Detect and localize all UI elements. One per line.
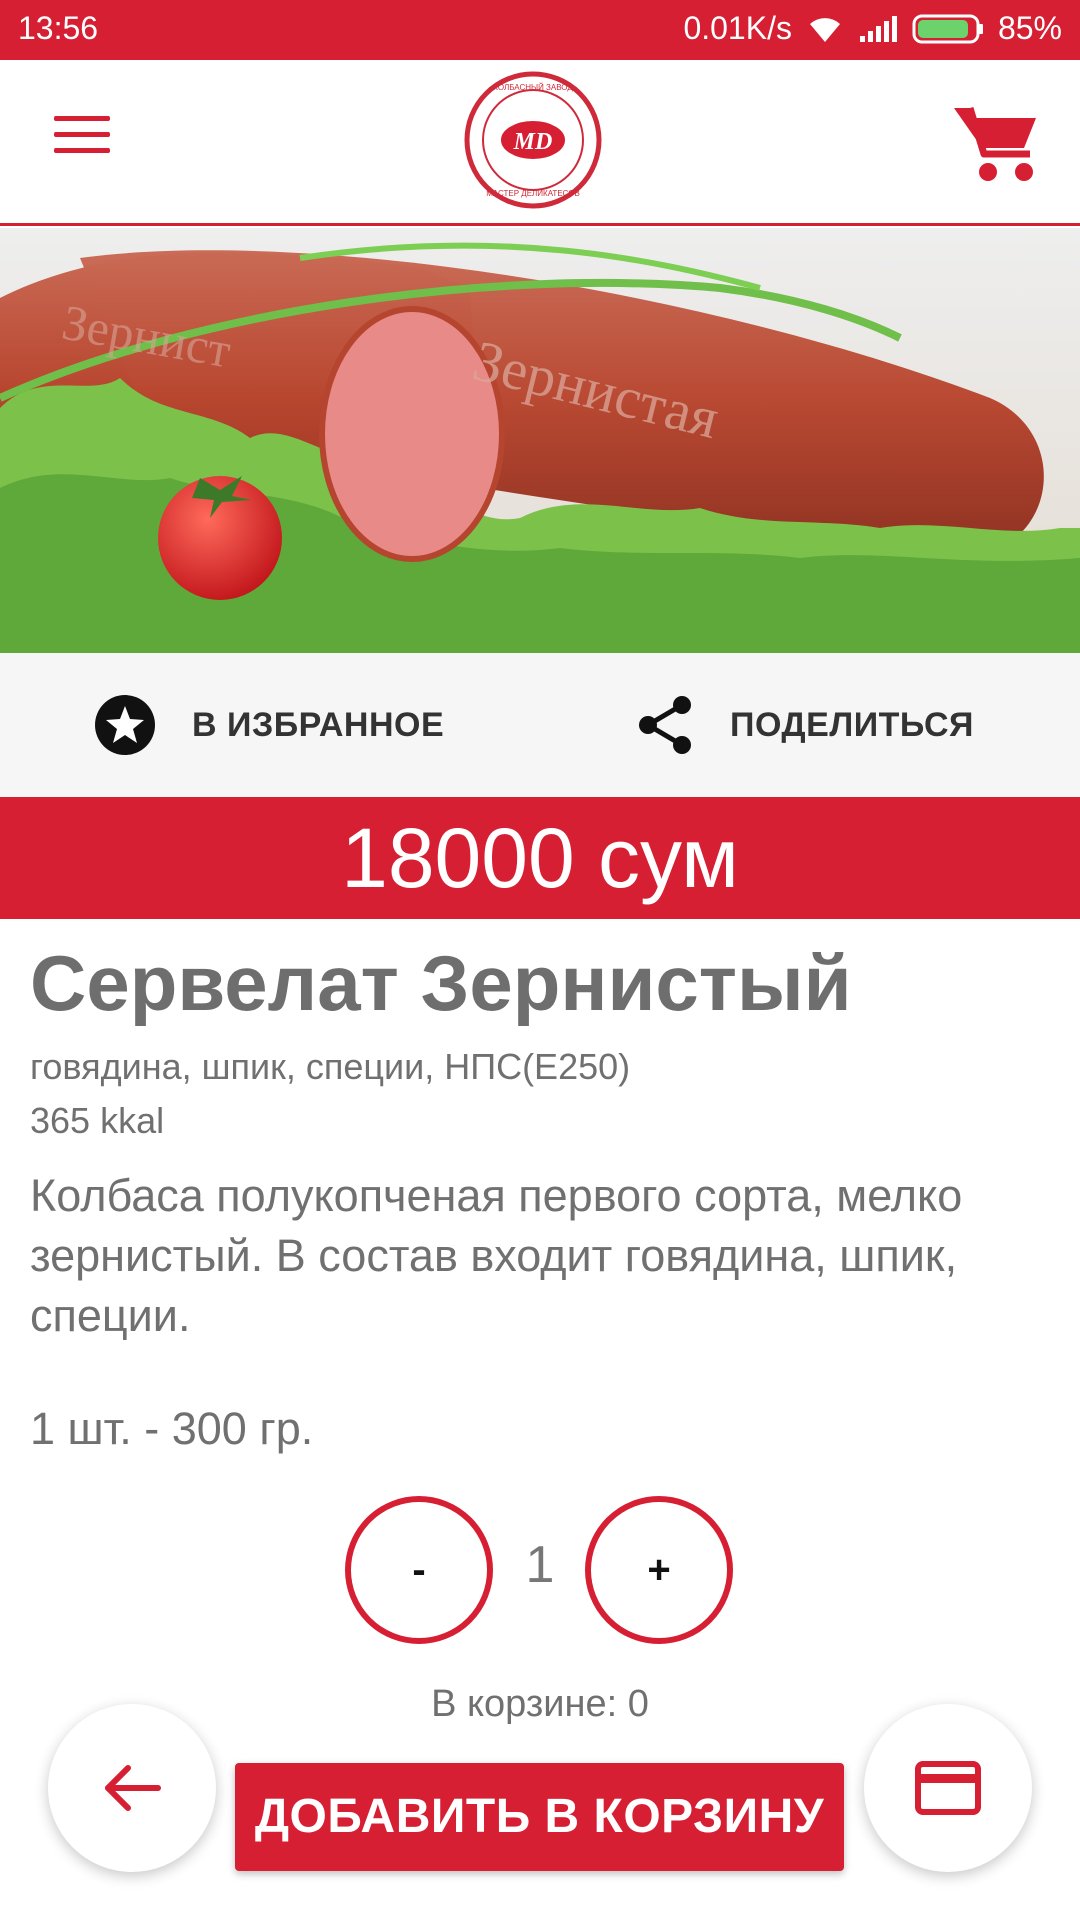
menu-button[interactable] [40,108,126,178]
product-ingredients: говядина, шпик, специи, НПС(Е250) [30,1046,631,1087]
svg-text:МАСТЕР ДЕЛИКАТЕСОВ: МАСТЕР ДЕЛИКАТЕСОВ [486,189,580,198]
md-stamp-logo: MD КОЛБАСНЫЙ ЗАВОД МАСТЕР ДЕЛИКАТЕСОВ [463,70,603,210]
status-bar: 13:56 0.01K/s 85% [0,0,1080,60]
add-to-cart-button[interactable]: ДОБАВИТЬ В КОРЗИНУ [235,1763,844,1871]
product-portion: 1 шт. - 300 гр. [30,1403,314,1454]
wifi-icon [806,14,844,44]
checkout-card-button[interactable] [864,1704,1032,1872]
svg-text:КОЛБАСНЫЙ ЗАВОД: КОЛБАСНЫЙ ЗАВОД [493,83,573,92]
price-banner: 18000 сум [0,797,1080,919]
app-bar: MD КОЛБАСНЫЙ ЗАВОД МАСТЕР ДЕЛИКАТЕСОВ [0,60,1080,226]
quantity-decrease-button[interactable]: - [345,1496,493,1644]
cart-button[interactable] [948,96,1044,192]
credit-card-icon [915,1761,981,1815]
product-image: Зернистая Зернист [0,228,1080,653]
arrow-left-icon [105,1765,161,1811]
share-label: ПОДЕЛИТЬСЯ [730,705,974,744]
favorite-label: В ИЗБРАННОЕ [192,705,445,744]
battery-percent: 85% [997,10,1062,46]
favorite-button[interactable]: В ИЗБРАННОЕ [94,693,444,757]
quantity-increase-button[interactable]: + [585,1496,733,1644]
signal-icon [858,14,898,44]
share-button[interactable]: ПОДЕЛИТЬСЯ [636,693,974,757]
product-calories: 365 kkal [30,1100,165,1141]
status-time: 13:56 [18,10,99,46]
quantity-value: 1 [525,1536,555,1594]
share-icon [639,696,691,754]
svg-text:MD: MD [513,129,553,155]
product-description: Колбаса полукопченая первого сорта, мелк… [30,1170,963,1341]
network-speed: 0.01K/s [683,10,792,46]
salami-product-photo: Зернистая Зернист [0,228,1080,653]
status-indicators: 0.01K/s 85% [683,10,1062,47]
product-title: Сервелат Зернистый [30,939,852,1027]
cart-icon [954,106,1036,181]
hamburger-menu-icon [54,116,110,121]
back-button[interactable] [48,1704,216,1872]
hamburger-menu-icon-bar [54,148,110,153]
star-icon [95,695,155,755]
actions-row: В ИЗБРАННОЕ ПОДЕЛИТЬСЯ [0,653,1080,797]
battery-icon [912,13,984,45]
hamburger-menu-icon-bar [54,132,110,137]
